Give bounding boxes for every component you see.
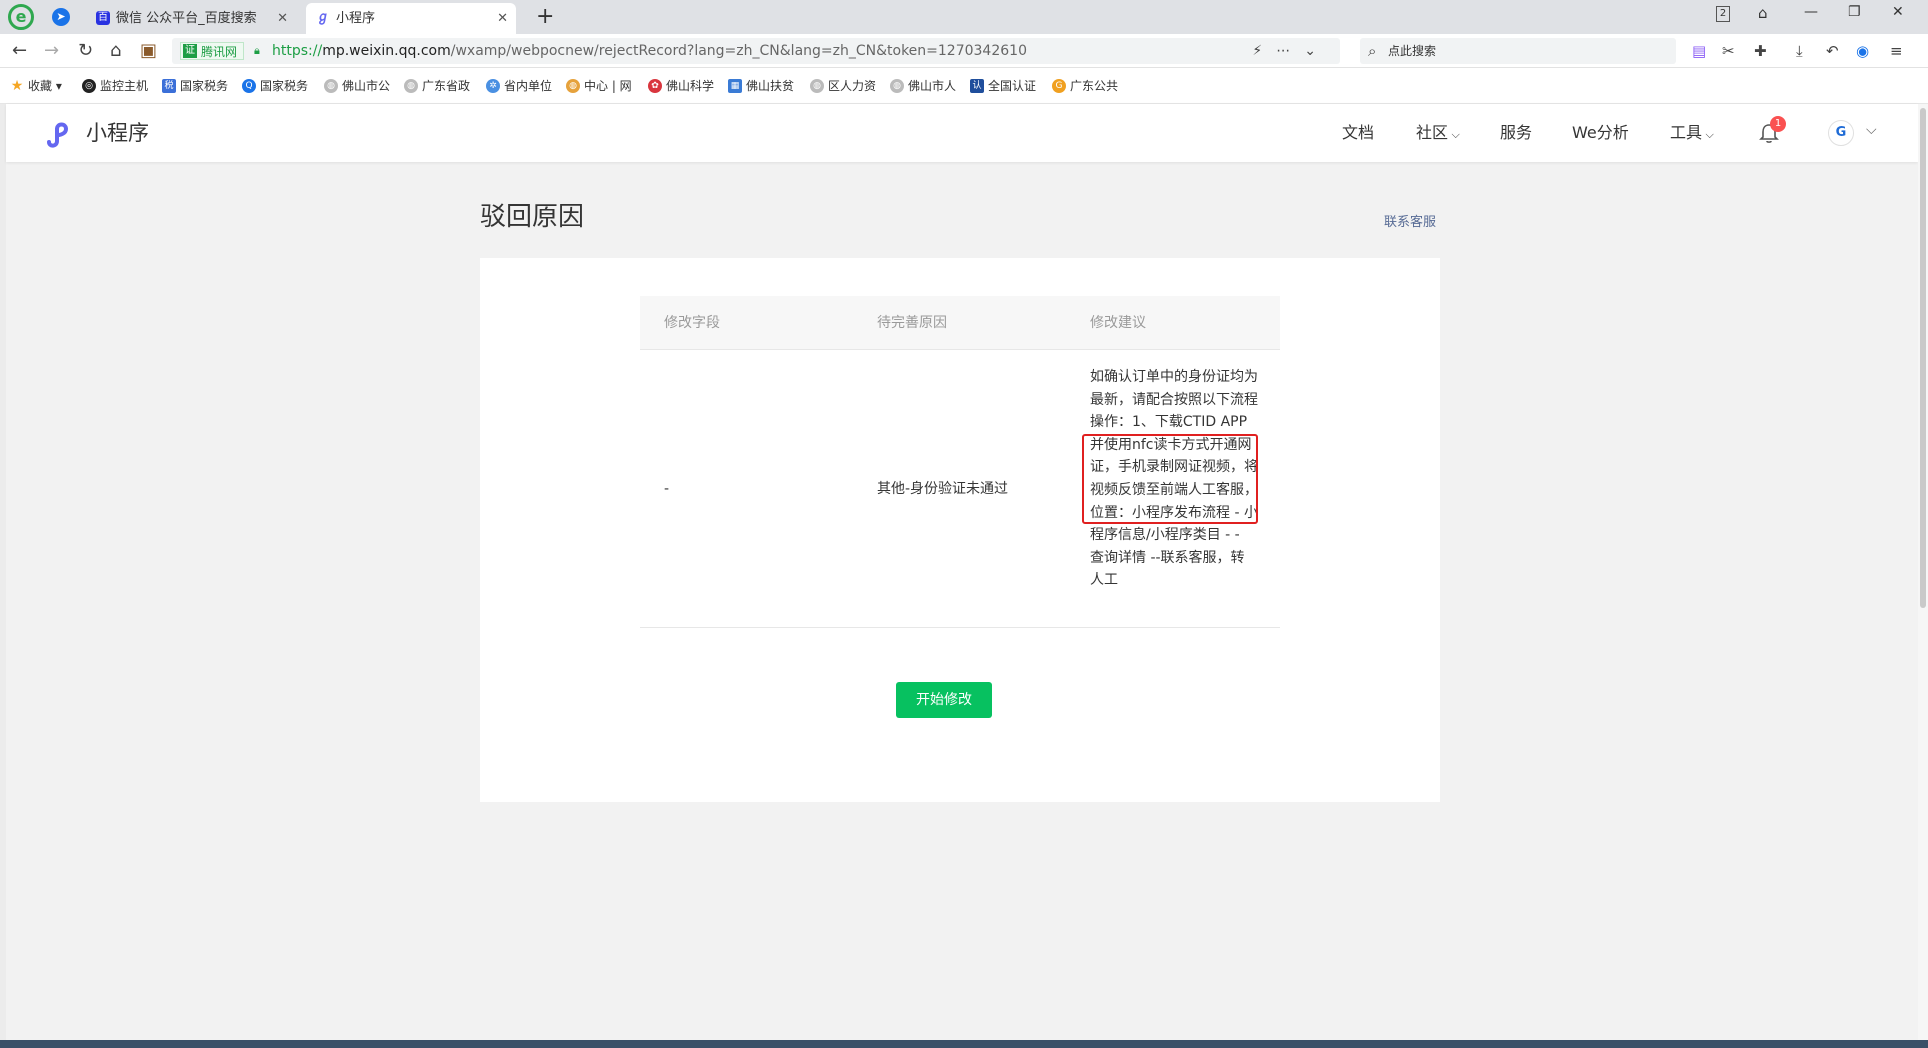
tab-title: 微信 公众平台_百度搜索 [116,11,257,26]
close-tab-icon[interactable]: ✕ [277,3,288,34]
browser-address-bar: ← → ↻ ⌂ ▣ 腾讯网 🔒︎ https://mp.weixin.qq.co… [0,34,1928,68]
table-header: 修改字段 待完善原因 修改建议 [640,296,1280,350]
globe-icon: ▦ [728,79,742,93]
extensions-puzzle-icon[interactable]: ✚ [1754,42,1767,60]
undo-icon[interactable]: ↶ [1826,42,1839,60]
translate-icon[interactable]: ▤ [1692,42,1706,60]
globe-icon: ◍ [890,79,904,93]
bookmark-item[interactable]: ◎ 监控主机 [82,78,148,94]
home-icon[interactable]: ⌂ [110,40,121,62]
new-tab-button[interactable]: + [536,4,554,30]
bookmark-item[interactable]: 税国家税务 [162,78,228,94]
window-count-badge[interactable]: 2 [1716,6,1730,22]
restore-icon[interactable]: ❐ [1848,4,1861,20]
brand-name: 小程序 [86,121,149,145]
page-scrollbar[interactable] [1918,104,1928,1044]
nav-services[interactable]: 服务 [1500,122,1532,144]
reload-icon[interactable]: ↻ [78,40,93,62]
search-input[interactable]: 点此搜索 [1360,38,1676,64]
os-taskbar [0,1040,1928,1048]
column-header-reason: 待完善原因 [877,315,947,331]
page-title: 驳回原因 [480,202,585,232]
site-cert-badge[interactable]: 腾讯网 [180,42,245,60]
browser-logo-icon[interactable]: e [8,4,34,30]
toolbox-icon[interactable]: ▣ [140,40,157,62]
page-viewport: 小程序 文档 社区 ⌵ 服务 We分析 工具 ⌵ 1 G ⌵ 驳回原因 联系客服… [6,104,1918,1044]
reject-reason-card: 修改字段 待完善原因 修改建议 - 其他-身份验证未通过 如确认订单中的身份证均… [480,258,1440,802]
shirt-skin-icon[interactable]: ⌂ [1758,4,1768,22]
globe-icon: G [1052,79,1066,93]
bookmark-item[interactable]: ◍ 佛山市人 [890,78,956,94]
nav-tools[interactable]: 工具 ⌵ [1670,122,1714,146]
tab-baidu-search[interactable]: 百 微信 公众平台_百度搜索 ✕ [86,3,296,34]
gear-icon: ✲ [486,79,500,93]
start-edit-button[interactable]: 开始修改 [896,682,992,718]
globe-icon: ◍ [566,79,580,93]
contact-support-link[interactable]: 联系客服 [1384,214,1436,232]
monitor-icon: ◎ [82,79,96,93]
scissors-icon[interactable]: ✂ [1722,42,1735,60]
bookmark-item[interactable]: ★ 收藏 ▾ [10,78,62,94]
red-annotation-box [1082,434,1258,524]
window-close-icon[interactable]: ✕ [1892,4,1904,20]
pinned-tab-icon[interactable]: ➤ [52,8,70,26]
top-navigation: 小程序 文档 社区 ⌵ 服务 We分析 工具 ⌵ 1 G ⌵ [6,104,1918,162]
notification-badge: 1 [1770,116,1786,132]
bookmark-item[interactable]: G 广东公共 [1052,78,1118,94]
lightning-icon[interactable]: ⚡ [1252,43,1276,59]
minimize-icon[interactable]: — [1804,4,1818,20]
bookmark-item[interactable]: Q 国家税务 [242,78,308,94]
cert-icon: 认 [970,79,984,93]
menu-icon[interactable]: ≡ [1890,42,1903,60]
reject-table: 修改字段 待完善原因 修改建议 - 其他-身份验证未通过 如确认订单中的身份证均… [640,296,1280,628]
tab-miniprogram[interactable]: ℊ 小程序 ✕ [306,3,516,34]
tab-title: 小程序 [336,11,376,26]
download-icon[interactable]: ⤓ [1796,42,1803,60]
bookmarks-bar: ★ 收藏 ▾ ◎ 监控主机 税国家税务 Q 国家税务 ◍ 佛山市公 ◍ 广东省政 ✲ 省内单… [0,68,1928,104]
globe-icon: ◍ [810,79,824,93]
bookmark-item[interactable]: ◍ 佛山市公 [324,78,390,94]
url-actions: ⚡⋯⌄ [1252,38,1330,64]
baidu-paw-icon: 百 [96,11,110,25]
nav-we-analysis[interactable]: We分析 [1572,122,1629,144]
url-text[interactable]: https://mp.weixin.qq.com/wxamp/webpocnew… [272,38,1027,64]
forward-arrow-icon[interactable]: → [44,40,59,62]
globe-icon: ◍ [404,79,418,93]
search-icon: Q [242,79,256,93]
chevron-down-icon: ⌵ [1448,128,1460,141]
chevron-down-icon[interactable]: ⌄ [1304,43,1330,59]
bookmark-item[interactable]: ▦ 佛山扶贫 [728,78,794,94]
bookmark-item[interactable]: ✲ 省内单位 [486,78,552,94]
browser-tab-bar: e ➤ 百 微信 公众平台_百度搜索 ✕ ℊ 小程序 ✕ + 2 ⌂ — ❐ ✕ [0,0,1928,34]
lock-icon: 🔒︎ [254,44,260,57]
bookmark-item[interactable]: ◍ 区人力资 [810,78,876,94]
nav-docs[interactable]: 文档 [1342,122,1374,144]
column-header-field: 修改字段 [664,315,720,331]
column-header-advice: 修改建议 [1090,315,1146,331]
globe-icon: ◍ [324,79,338,93]
bookmark-item[interactable]: ◍ 中心 | 网 [566,78,632,94]
star-icon: ★ [10,78,24,94]
leaf-icon: ✿ [648,79,662,93]
tax-icon: 税 [162,79,176,93]
more-dots-icon[interactable]: ⋯ [1276,43,1304,59]
table-row: - 其他-身份验证未通过 如确认订单中的身份证均为最新，请配合按照以下流程操作：… [640,350,1280,628]
avatar[interactable]: G [1828,120,1854,146]
nav-community[interactable]: 社区 ⌵ [1416,122,1460,146]
chevron-down-icon: ⌵ [1702,128,1714,141]
cell-field: - [664,481,670,497]
bookmark-item[interactable]: 认全国认证 [970,78,1036,94]
browser-account-icon[interactable]: ◉ [1856,42,1869,60]
bookmark-item[interactable]: ✿ 佛山科学 [648,78,714,94]
miniprogram-logo-icon [47,122,69,148]
close-tab-icon[interactable]: ✕ [497,3,508,34]
cell-reason: 其他-身份验证未通过 [877,481,1009,497]
miniprogram-icon: ℊ [316,10,330,25]
scrollbar-thumb[interactable] [1920,108,1926,608]
chevron-down-icon[interactable]: ⌵ [1866,122,1877,138]
url-field[interactable]: 腾讯网 🔒︎ https://mp.weixin.qq.com/wxamp/we… [172,38,1340,64]
bookmark-item[interactable]: ◍ 广东省政 [404,78,470,94]
back-arrow-icon[interactable]: ← [12,40,27,62]
